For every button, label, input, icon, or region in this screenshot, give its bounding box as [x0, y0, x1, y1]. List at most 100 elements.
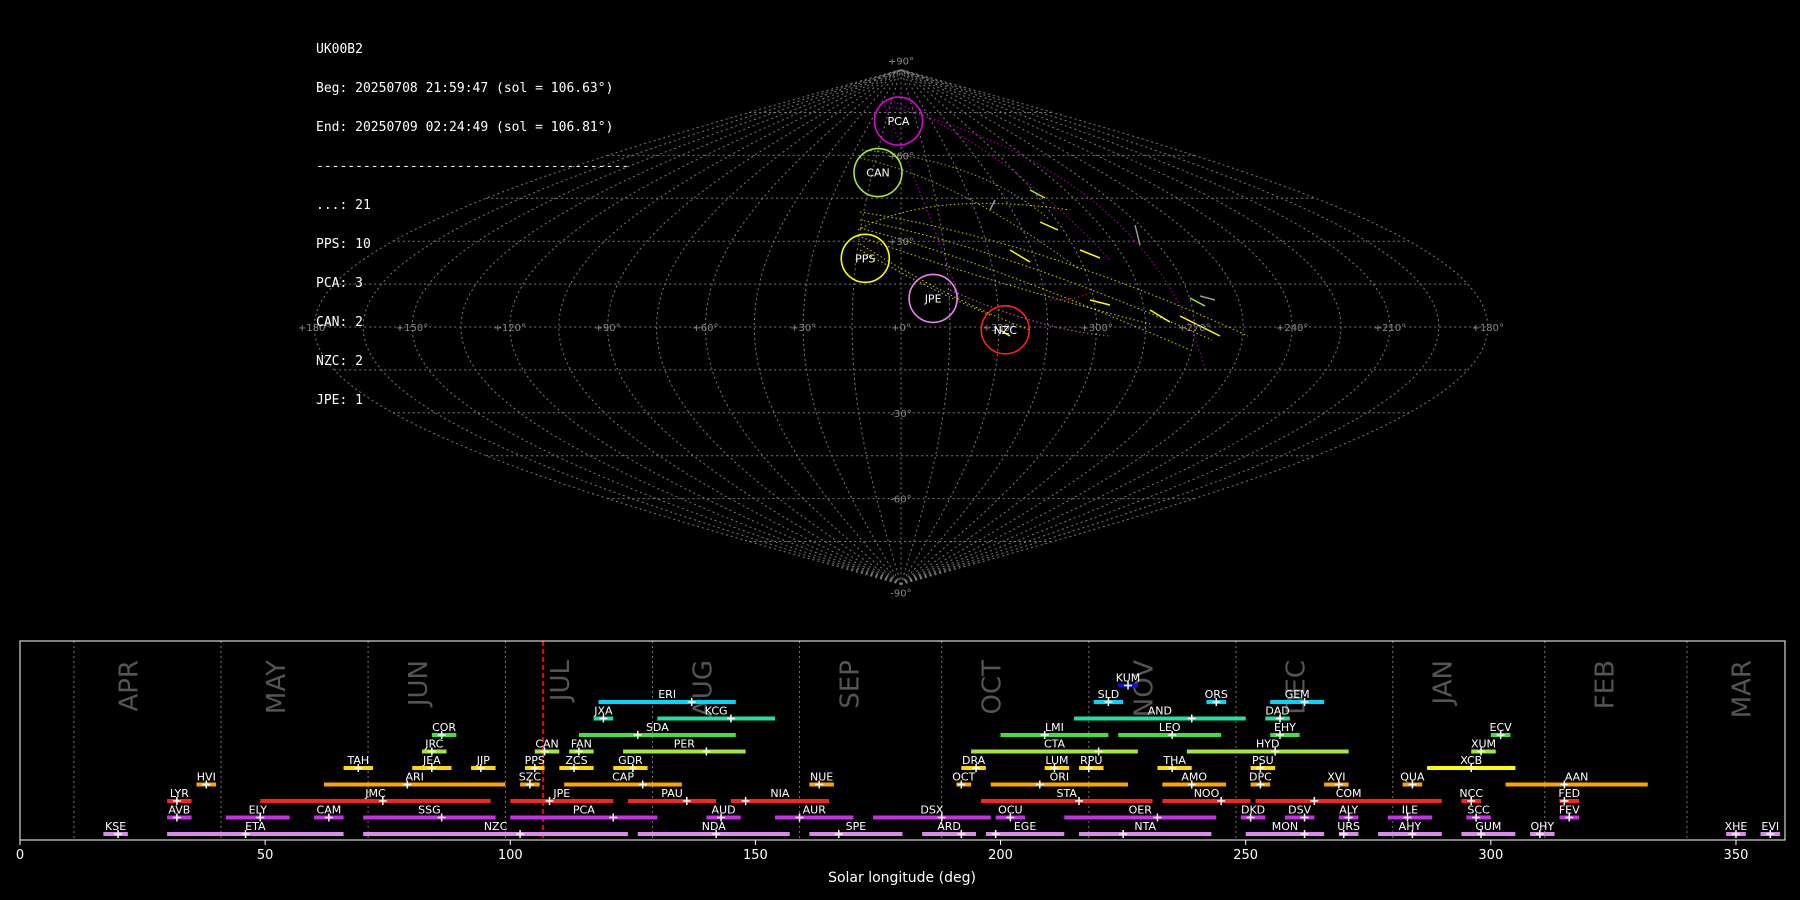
shower-label-gdr: GDR [618, 754, 643, 767]
timeline-x-axis: 0 50 100 150 200 250 300 350 [16, 840, 1749, 863]
shower-label-zcs: ZCS [565, 754, 587, 767]
month-label-oct: OCT [978, 660, 1008, 715]
x-tick-label: 300 [1478, 848, 1503, 863]
shower-label-gem: GEM [1285, 688, 1310, 701]
shower-label-nta: NTA [1134, 820, 1156, 833]
shower-label-sld: SLD [1098, 688, 1120, 701]
shower-label-lyr: LYR [170, 787, 189, 800]
shower-label-hvi: HVI [197, 771, 216, 784]
shower-label-lmi: LMI [1045, 721, 1064, 734]
shower-label-jmc: JMC [364, 787, 386, 800]
shower-label-tah: TAH [346, 754, 369, 767]
shower-label-xhe: XHE [1725, 820, 1748, 833]
shower-label-evi: EVI [1761, 820, 1779, 833]
shower-label-urs: URS [1337, 820, 1360, 833]
month-label-jun: JUN [404, 660, 434, 708]
shower-timeline: APR MAY JUN JUL AUG SEP OCT NOV DEC JAN FEB MAR KUM… [16, 640, 1786, 886]
shower-label-ors: ORS [1205, 688, 1228, 701]
shower-label-ohy: OHY [1530, 820, 1554, 833]
shower-label-oer: OER [1129, 804, 1153, 817]
shower-label-spe: SPE [846, 820, 867, 833]
x-axis-label: Solar longitude (deg) [828, 870, 976, 886]
shower-label-aud: AUD [712, 804, 736, 817]
shower-label-com: COM [1336, 787, 1362, 800]
shower-label-fan: FAN [571, 738, 592, 751]
shower-label-sta: STA [1057, 787, 1078, 800]
shower-label-per: PER [674, 738, 696, 751]
shower-label-ege: EGE [1014, 820, 1036, 833]
shower-label-nia: NIA [770, 787, 789, 800]
shower-label-mon: MON [1272, 820, 1298, 833]
shower-label-ori: ORI [1050, 771, 1070, 784]
x-tick-label: 200 [988, 848, 1013, 863]
shower-label-pps: PPS [525, 754, 545, 767]
shower-label-kse: KSE [105, 820, 126, 833]
shower-label-kum: KUM [1116, 672, 1140, 685]
shower-label-ncc: NCC [1459, 787, 1483, 800]
x-tick-label: 50 [257, 848, 274, 863]
shower-label-aly: ALY [1339, 804, 1358, 817]
shower-label-dkd: DKD [1241, 804, 1265, 817]
x-tick-label: 350 [1724, 848, 1749, 863]
shower-label-ari: ARI [405, 771, 423, 784]
shower-label-xcb: XCB [1460, 754, 1482, 767]
shower-label-cap: CAP [612, 771, 634, 784]
month-label-feb: FEB [1590, 660, 1620, 709]
shower-label-szc: SZC [519, 771, 542, 784]
shower-label-cta: CTA [1044, 738, 1066, 751]
x-tick-label: 100 [498, 848, 523, 863]
shower-label-gum: GUM [1475, 820, 1501, 833]
month-label-sep: SEP [835, 660, 865, 709]
shower-label-ile: ILE [1402, 804, 1418, 817]
month-label-mar: MAR [1728, 660, 1758, 718]
shower-label-jrc: JRC [424, 738, 443, 751]
shower-label-rpu: RPU [1080, 754, 1102, 767]
shower-label-and: AND [1148, 705, 1172, 718]
shower-label-ely: ELY [249, 804, 268, 817]
shower-label-psu: PSU [1252, 754, 1274, 767]
shower-label-amo: AMO [1181, 771, 1207, 784]
shower-label-kcg: KCG [705, 705, 728, 718]
shower-label-dpc: DPC [1249, 771, 1272, 784]
shower-label-cam: CAM [317, 804, 342, 817]
shower-label-tha: THA [1162, 754, 1186, 767]
shower-label-ehy: EHY [1274, 721, 1296, 734]
shower-label-ssg: SSG [418, 804, 441, 817]
month-label-jul: JUL [546, 659, 576, 703]
shower-label-ocu: OCU [998, 804, 1022, 817]
shower-label-aan: AAN [1565, 771, 1589, 784]
shower-label-nue: NUE [810, 771, 833, 784]
shower-label-xvi: XVI [1327, 771, 1345, 784]
shower-label-nzc: NZC [484, 820, 508, 833]
shower-label-lum: LUM [1045, 754, 1068, 767]
shower-label-cor: COR [432, 721, 456, 734]
shower-label-dsx: DSX [920, 804, 943, 817]
x-tick-label: 0 [16, 848, 24, 863]
shower-label-eta: ETA [245, 820, 266, 833]
shower-label-dsv: DSV [1288, 804, 1311, 817]
shower-label-dra: DRA [962, 754, 986, 767]
shower-label-oct: OCT [952, 771, 975, 784]
shower-label-sda: SDA [646, 721, 669, 734]
shower-label-dad: DAD [1265, 705, 1289, 718]
shower-label-fed: FED [1558, 787, 1580, 800]
shower-label-xum: XUM [1471, 738, 1496, 751]
shower-label-scc: SCC [1467, 804, 1490, 817]
shower-label-ahy: AHY [1399, 820, 1422, 833]
shower-label-qua: QUA [1400, 771, 1425, 784]
month-label-apr: APR [115, 660, 145, 712]
shower-label-eri: ERI [658, 688, 676, 701]
shower-label-leo: LEO [1159, 721, 1181, 734]
x-tick-label: 150 [743, 848, 768, 863]
shower-label-pca: PCA [573, 804, 595, 817]
shower-label-ecv: ECV [1490, 721, 1513, 734]
month-label-may: MAY [262, 660, 292, 714]
shower-label-jpe: JPE [552, 787, 570, 800]
shower-label-noo: NOO [1194, 787, 1220, 800]
x-tick-label: 250 [1233, 848, 1258, 863]
shower-label-fev: FEV [1559, 804, 1580, 817]
shower-label-jip: JIP [476, 754, 490, 767]
shower-label-ard: ARD [937, 820, 961, 833]
shower-label-pau: PAU [661, 787, 683, 800]
shower-label-jxa: JXA [593, 705, 613, 718]
